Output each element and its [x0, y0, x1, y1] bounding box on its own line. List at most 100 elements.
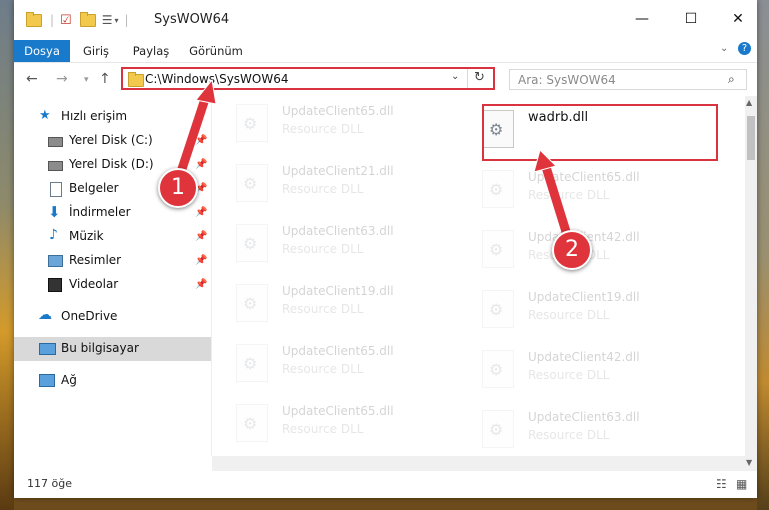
dll-file-icon — [236, 284, 268, 322]
search-input[interactable]: Ara: SysWOW64 ⌕ — [509, 69, 747, 90]
search-placeholder: Ara: SysWOW64 — [518, 73, 616, 87]
explorer-window: | ☑ ☰ ▾ | SysWOW64 — ☐ ✕ Dosya Giriş Pay… — [14, 0, 757, 498]
new-folder-icon[interactable] — [79, 11, 96, 27]
file-type: Resource DLL — [282, 242, 364, 256]
scroll-up-icon[interactable]: ▲ — [746, 98, 752, 107]
address-path: C:\Windows\SysWOW64 — [145, 72, 289, 86]
sidebar-item-network[interactable]: Ağ — [14, 369, 211, 393]
file-name: UpdateClient65.dll — [528, 170, 640, 184]
desktop-background-left — [0, 0, 14, 510]
pictures-icon — [48, 255, 63, 267]
step-badge-1: 1 — [158, 168, 198, 208]
dll-file-icon — [482, 410, 514, 448]
file-item[interactable]: UpdateClient42.dll Resource DLL — [458, 342, 698, 392]
sidebar-item-label: Ağ — [61, 373, 77, 387]
details-view-icon[interactable]: ☷ — [716, 477, 727, 491]
documents-icon — [50, 182, 62, 197]
recent-locations-icon[interactable]: ▾ — [84, 75, 89, 85]
file-item[interactable]: UpdateClient21.dll Resource DLL — [212, 156, 452, 206]
computer-icon — [39, 343, 56, 355]
customize-dropdown-icon[interactable]: ▾ — [114, 16, 118, 25]
network-icon — [39, 374, 55, 387]
sidebar-item-quick-access[interactable]: ★ Hızlı erişim — [14, 105, 211, 129]
star-icon: ★ — [39, 108, 51, 123]
file-item[interactable]: UpdateClient65.dll Resource DLL — [458, 162, 698, 212]
expand-ribbon-icon[interactable]: ⌄ — [720, 43, 728, 54]
tab-home[interactable]: Giriş — [76, 40, 116, 62]
pin-icon: 📌 — [195, 279, 208, 290]
refresh-icon[interactable]: ↻ — [474, 70, 485, 85]
sidebar-item-label: Yerel Disk (C:) — [69, 133, 153, 147]
minimize-button[interactable]: — — [627, 6, 657, 32]
file-type: Resource DLL — [282, 422, 364, 436]
file-type: Resource DLL — [528, 368, 610, 382]
large-icons-view-icon[interactable]: ▦ — [736, 477, 747, 491]
sidebar-item-label: Bu bilgisayar — [61, 341, 139, 355]
file-name: UpdateClient65.dll — [282, 104, 394, 118]
dll-file-icon — [482, 170, 514, 208]
up-arrow-icon[interactable]: ↑ — [99, 71, 111, 87]
sidebar-item-label: Belgeler — [69, 181, 119, 195]
scrollbar-thumb[interactable] — [747, 116, 755, 160]
file-item[interactable]: UpdateClient65.dll Resource DLL — [212, 336, 452, 386]
properties-icon[interactable]: ☑ — [60, 13, 72, 28]
address-bar[interactable]: C:\Windows\SysWOW64 ⌄ ↻ — [121, 67, 495, 90]
file-item[interactable]: UpdateClient63.dll Resource DLL — [458, 402, 698, 452]
search-icon[interactable]: ⌕ — [728, 72, 735, 87]
help-icon[interactable]: ? — [738, 42, 751, 55]
address-dropdown-icon[interactable]: ⌄ — [451, 71, 459, 82]
file-item[interactable]: UpdateClient65.dll Resource DLL — [212, 96, 452, 146]
back-arrow-icon[interactable]: ← — [26, 71, 38, 87]
sidebar-item-videos[interactable]: Videolar 📌 — [14, 273, 211, 297]
file-name: UpdateClient21.dll — [282, 164, 394, 178]
cloud-icon: ☁ — [38, 307, 52, 323]
navigation-pane: ★ Hızlı erişim Yerel Disk (C:) 📌 Yerel D… — [14, 96, 211, 456]
file-type: Resource DLL — [528, 308, 610, 322]
file-type: Resource DLL — [282, 182, 364, 196]
desktop-background-right — [757, 0, 769, 510]
dll-file-icon — [236, 404, 268, 442]
file-name: UpdateClient42.dll — [528, 350, 640, 364]
pin-icon: 📌 — [195, 231, 208, 242]
file-item[interactable]: UpdateClient19.dll Resource DLL — [212, 276, 452, 326]
tab-view[interactable]: Görünüm — [186, 40, 246, 62]
file-type: Resource DLL — [282, 362, 364, 376]
dll-file-icon — [482, 290, 514, 328]
tab-file[interactable]: Dosya — [14, 40, 70, 62]
dll-file-icon — [236, 164, 268, 202]
file-name: UpdateClient63.dll — [282, 224, 394, 238]
file-type: Resource DLL — [528, 188, 610, 202]
file-item[interactable]: UpdateClient65.dll Resource DLL — [212, 396, 452, 446]
status-bar: 117 öğe ☷ ▦ — [14, 471, 757, 498]
sidebar-item-onedrive[interactable]: ☁ OneDrive — [14, 305, 211, 329]
file-type: Resource DLL — [282, 302, 364, 316]
view-icon[interactable]: ☰ — [102, 13, 113, 27]
dll-file-icon — [236, 224, 268, 262]
separator: | — [50, 13, 55, 27]
tab-share[interactable]: Paylaş — [126, 40, 176, 62]
sidebar-item-pictures[interactable]: Resimler 📌 — [14, 249, 211, 273]
download-icon: ⬇ — [48, 203, 61, 221]
sidebar-item-disk-c[interactable]: Yerel Disk (C:) 📌 — [14, 129, 211, 153]
folder-icon — [128, 72, 144, 87]
forward-arrow-icon[interactable]: → — [56, 71, 68, 87]
file-name: UpdateClient65.dll — [282, 344, 394, 358]
dll-file-icon — [236, 104, 268, 142]
sidebar-item-label: Yerel Disk (D:) — [69, 157, 154, 171]
horizontal-scrollbar[interactable] — [212, 456, 745, 471]
drive-icon — [48, 161, 63, 171]
file-name: UpdateClient19.dll — [528, 290, 640, 304]
music-icon: ♪ — [49, 227, 58, 243]
file-item[interactable]: UpdateClient63.dll Resource DLL — [212, 216, 452, 266]
vertical-scrollbar[interactable]: ▲ ▼ — [745, 96, 757, 471]
sidebar-item-music[interactable]: ♪ Müzik 📌 — [14, 225, 211, 249]
sidebar-item-label: Resimler — [69, 253, 122, 267]
scroll-down-icon[interactable]: ▼ — [746, 458, 752, 467]
file-item[interactable]: UpdateClient19.dll Resource DLL — [458, 282, 698, 332]
file-name: UpdateClient65.dll — [282, 404, 394, 418]
close-button[interactable]: ✕ — [723, 6, 753, 32]
maximize-button[interactable]: ☐ — [676, 6, 706, 32]
sidebar-item-this-pc[interactable]: Bu bilgisayar — [14, 337, 211, 361]
sidebar-item-label: OneDrive — [61, 309, 118, 323]
separator — [467, 69, 468, 88]
